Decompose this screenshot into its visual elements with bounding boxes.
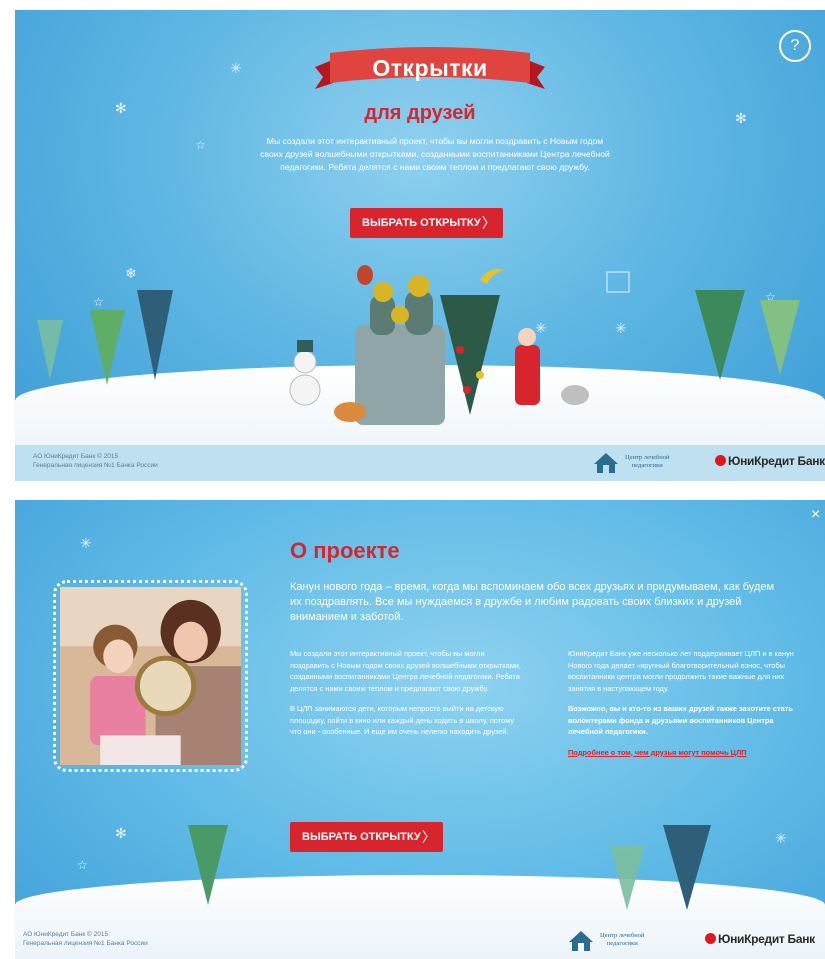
- clp-name: Центр лечебной педагогики: [625, 454, 670, 470]
- title-ribbon: [315, 47, 545, 89]
- help-icon: ?: [790, 37, 800, 54]
- clp-house-icon: [569, 931, 593, 951]
- unicredit-logo[interactable]: ЮниКредит Банк: [705, 932, 815, 946]
- snowflake-icon: ✳: [80, 535, 92, 551]
- footer-legal: АО ЮниКредит Банк © 2015 Генеральная лиц…: [33, 452, 158, 470]
- help-button[interactable]: ?: [779, 30, 811, 62]
- right-column: ЮниКредит Банк уже несколько лет поддерж…: [568, 648, 803, 767]
- clp-line1: Центр лечебной: [625, 454, 670, 461]
- unicredit-mark-icon: [705, 933, 716, 944]
- clp-line1: Центр лечебной: [600, 932, 645, 939]
- clp-line2: педагогики: [606, 940, 638, 947]
- chevron-right-icon: 〉: [421, 829, 436, 845]
- learn-more-link[interactable]: Подробнее о том, чем друзья могут помочь…: [568, 748, 747, 757]
- clp-logo[interactable]: Центр лечебной педагогики: [593, 450, 703, 476]
- choose-card-label: ВЫБРАТЬ ОТКРЫТКУ: [362, 217, 481, 229]
- license-text: Генеральная лицензия №1 Банка России: [23, 940, 148, 947]
- clp-line2: педагогики: [631, 462, 663, 469]
- lead-text: Канун нового года – время, когда мы вспо…: [290, 581, 775, 623]
- clp-name: Центр лечебной педагогики: [600, 932, 645, 948]
- copyright-text: АО ЮниКредит Банк © 2015: [23, 931, 109, 938]
- left-paragraph-1: Мы создали этот интерактивный проект, чт…: [290, 649, 521, 693]
- footer: АО ЮниКредит Банк © 2015 Генеральная лиц…: [15, 923, 825, 959]
- unicredit-mark-icon: [715, 455, 726, 466]
- section-heading: О проекте: [290, 538, 400, 563]
- choose-card-label: ВЫБРАТЬ ОТКРЫТКУ: [302, 831, 421, 843]
- landing-screen: ✳ ✻ ☆ ❄ ☆ ✻ ✳ ☆ ✳ Открытки для друзей Мы…: [15, 10, 825, 481]
- about-screen: ✳ ✻ ☆ ✳ × О проекте Канун нового года – …: [15, 500, 825, 959]
- bank-name: ЮниКредит Банк: [728, 454, 825, 468]
- chevron-right-icon: 〉: [481, 215, 496, 231]
- bank-name: ЮниКредит Банк: [718, 932, 815, 946]
- tree-illustration: [188, 825, 711, 910]
- snowflake-icon: ✳: [230, 60, 242, 76]
- star-icon: ☆: [195, 138, 206, 152]
- choose-card-button[interactable]: ВЫБРАТЬ ОТКРЫТКУ 〉: [290, 822, 443, 852]
- footer-legal: АО ЮниКредит Банк © 2015 Генеральная лиц…: [23, 930, 148, 948]
- intro-text: Мы создали этот интерактивный проект, чт…: [260, 136, 610, 172]
- photo-frame: [53, 580, 248, 772]
- photo-illustration: [60, 587, 241, 765]
- close-icon: ×: [811, 506, 821, 523]
- right-paragraph-2: Возможно, вы и кто-то из ваших друзей та…: [568, 704, 793, 736]
- clp-house-icon: [594, 453, 618, 473]
- right-paragraph-1: ЮниКредит Банк уже несколько лет поддерж…: [568, 649, 794, 693]
- holiday-illustration: [37, 265, 800, 425]
- unicredit-logo[interactable]: ЮниКредит Банк: [715, 454, 825, 468]
- close-button[interactable]: ×: [811, 506, 825, 523]
- choose-card-button[interactable]: ВЫБРАТЬ ОТКРЫТКУ 〉: [350, 208, 503, 238]
- copyright-text: АО ЮниКредит Банк © 2015: [33, 453, 119, 460]
- footer: АО ЮниКредит Банк © 2015 Генеральная лиц…: [15, 445, 825, 481]
- left-column: Мы создали этот интерактивный проект, чт…: [290, 648, 525, 747]
- license-text: Генеральная лицензия №1 Банка России: [33, 462, 158, 469]
- clp-logo[interactable]: Центр лечебной педагогики: [568, 928, 678, 954]
- children-photo: [60, 587, 241, 765]
- left-paragraph-2: В ЦЛП занимаются дети, которым непросто …: [290, 704, 515, 736]
- page-subtitle: для друзей: [364, 102, 476, 124]
